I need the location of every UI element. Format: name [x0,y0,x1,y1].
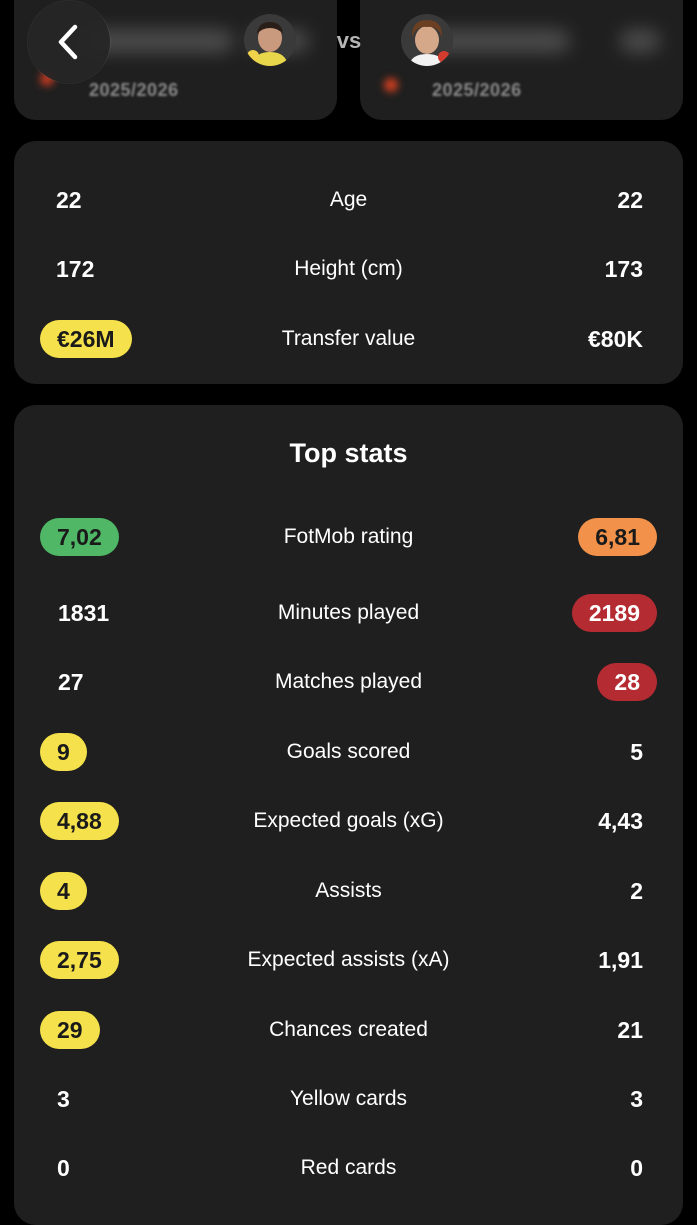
info-row-transfer-value: €26M Transfer value €80K [14,317,683,361]
chances-created-label: Chances created [269,1018,428,1041]
top-stats-card: Top stats 7,02 FotMob rating 6,81 1831 M… [14,405,683,1225]
right-player-team-blurred [620,30,660,52]
back-button[interactable] [28,1,110,83]
transfer-value-right: €80K [588,326,643,352]
right-team-color-dot [384,78,398,92]
chances-created-right: 21 [617,1017,643,1043]
stat-row-red-cards[interactable]: 0 Red cards 0 [14,1146,683,1190]
height-label: Height (cm) [294,257,403,280]
stat-row-expected-assists[interactable]: 2,75 Expected assists (xA) 1,91 [14,938,683,982]
expected-assists-right: 1,91 [598,947,643,973]
assists-right: 2 [630,878,643,904]
red-cards-label: Red cards [300,1156,397,1179]
player-info-card: 22 Age 22 172 Height (cm) 173 €26M Trans… [14,141,683,384]
age-label: Age [329,188,368,211]
red-cards-right: 0 [630,1155,643,1181]
yellow-cards-label: Yellow cards [289,1087,408,1110]
expected-goals-right: 4,43 [598,808,643,834]
info-row-age: 22 Age 22 [14,178,683,222]
matches-played-label: Matches played [274,670,423,693]
stat-row-goals-scored[interactable]: 9 Goals scored 5 [14,730,683,774]
right-player-avatar [401,14,453,66]
expected-assists-label: Expected assists (xA) [247,948,450,971]
stat-row-minutes-played[interactable]: 1831 Minutes played 2189 [14,591,683,635]
section-title: Top stats [289,438,408,468]
goals-scored-right: 5 [630,739,643,765]
transfer-value-label: Transfer value [281,327,416,350]
stat-row-chances-created[interactable]: 29 Chances created 21 [14,1008,683,1052]
right-player-card[interactable]: 2025/2026 [360,0,683,120]
goals-scored-label: Goals scored [286,740,411,763]
minutes-played-right: 2189 [571,591,657,635]
matches-played-right: 28 [597,660,657,704]
height-right-value: 173 [604,256,643,282]
stat-row-yellow-cards[interactable]: 3 Yellow cards 3 [14,1077,683,1121]
comparison-header: 2025/2026 2025/2026 vs [0,0,697,125]
info-row-height: 172 Height (cm) 173 [14,247,683,291]
stat-row-matches-played[interactable]: 27 Matches played 28 [14,660,683,704]
stat-row-fotmob-rating[interactable]: 7,02 FotMob rating 6,81 [14,515,683,559]
expected-goals-label: Expected goals (xG) [253,809,444,832]
right-player-season: 2025/2026 [432,80,522,100]
age-right-value: 22 [617,187,643,213]
yellow-cards-right: 3 [630,1086,643,1112]
left-player-avatar [244,14,296,66]
matches-played-right-pill: 28 [597,663,657,701]
stat-row-assists[interactable]: 4 Assists 2 [14,869,683,913]
fotmob-rating-right-pill: 6,81 [578,518,657,556]
vs-label: vs [336,28,362,53]
assists-label: Assists [315,879,382,902]
fotmob-rating-right: 6,81 [578,515,657,559]
minutes-played-right-pill: 2189 [571,594,657,632]
chevron-left-icon [58,24,78,60]
stat-row-expected-goals[interactable]: 4,88 Expected goals (xG) 4,43 [14,799,683,843]
left-player-season: 2025/2026 [89,80,179,100]
